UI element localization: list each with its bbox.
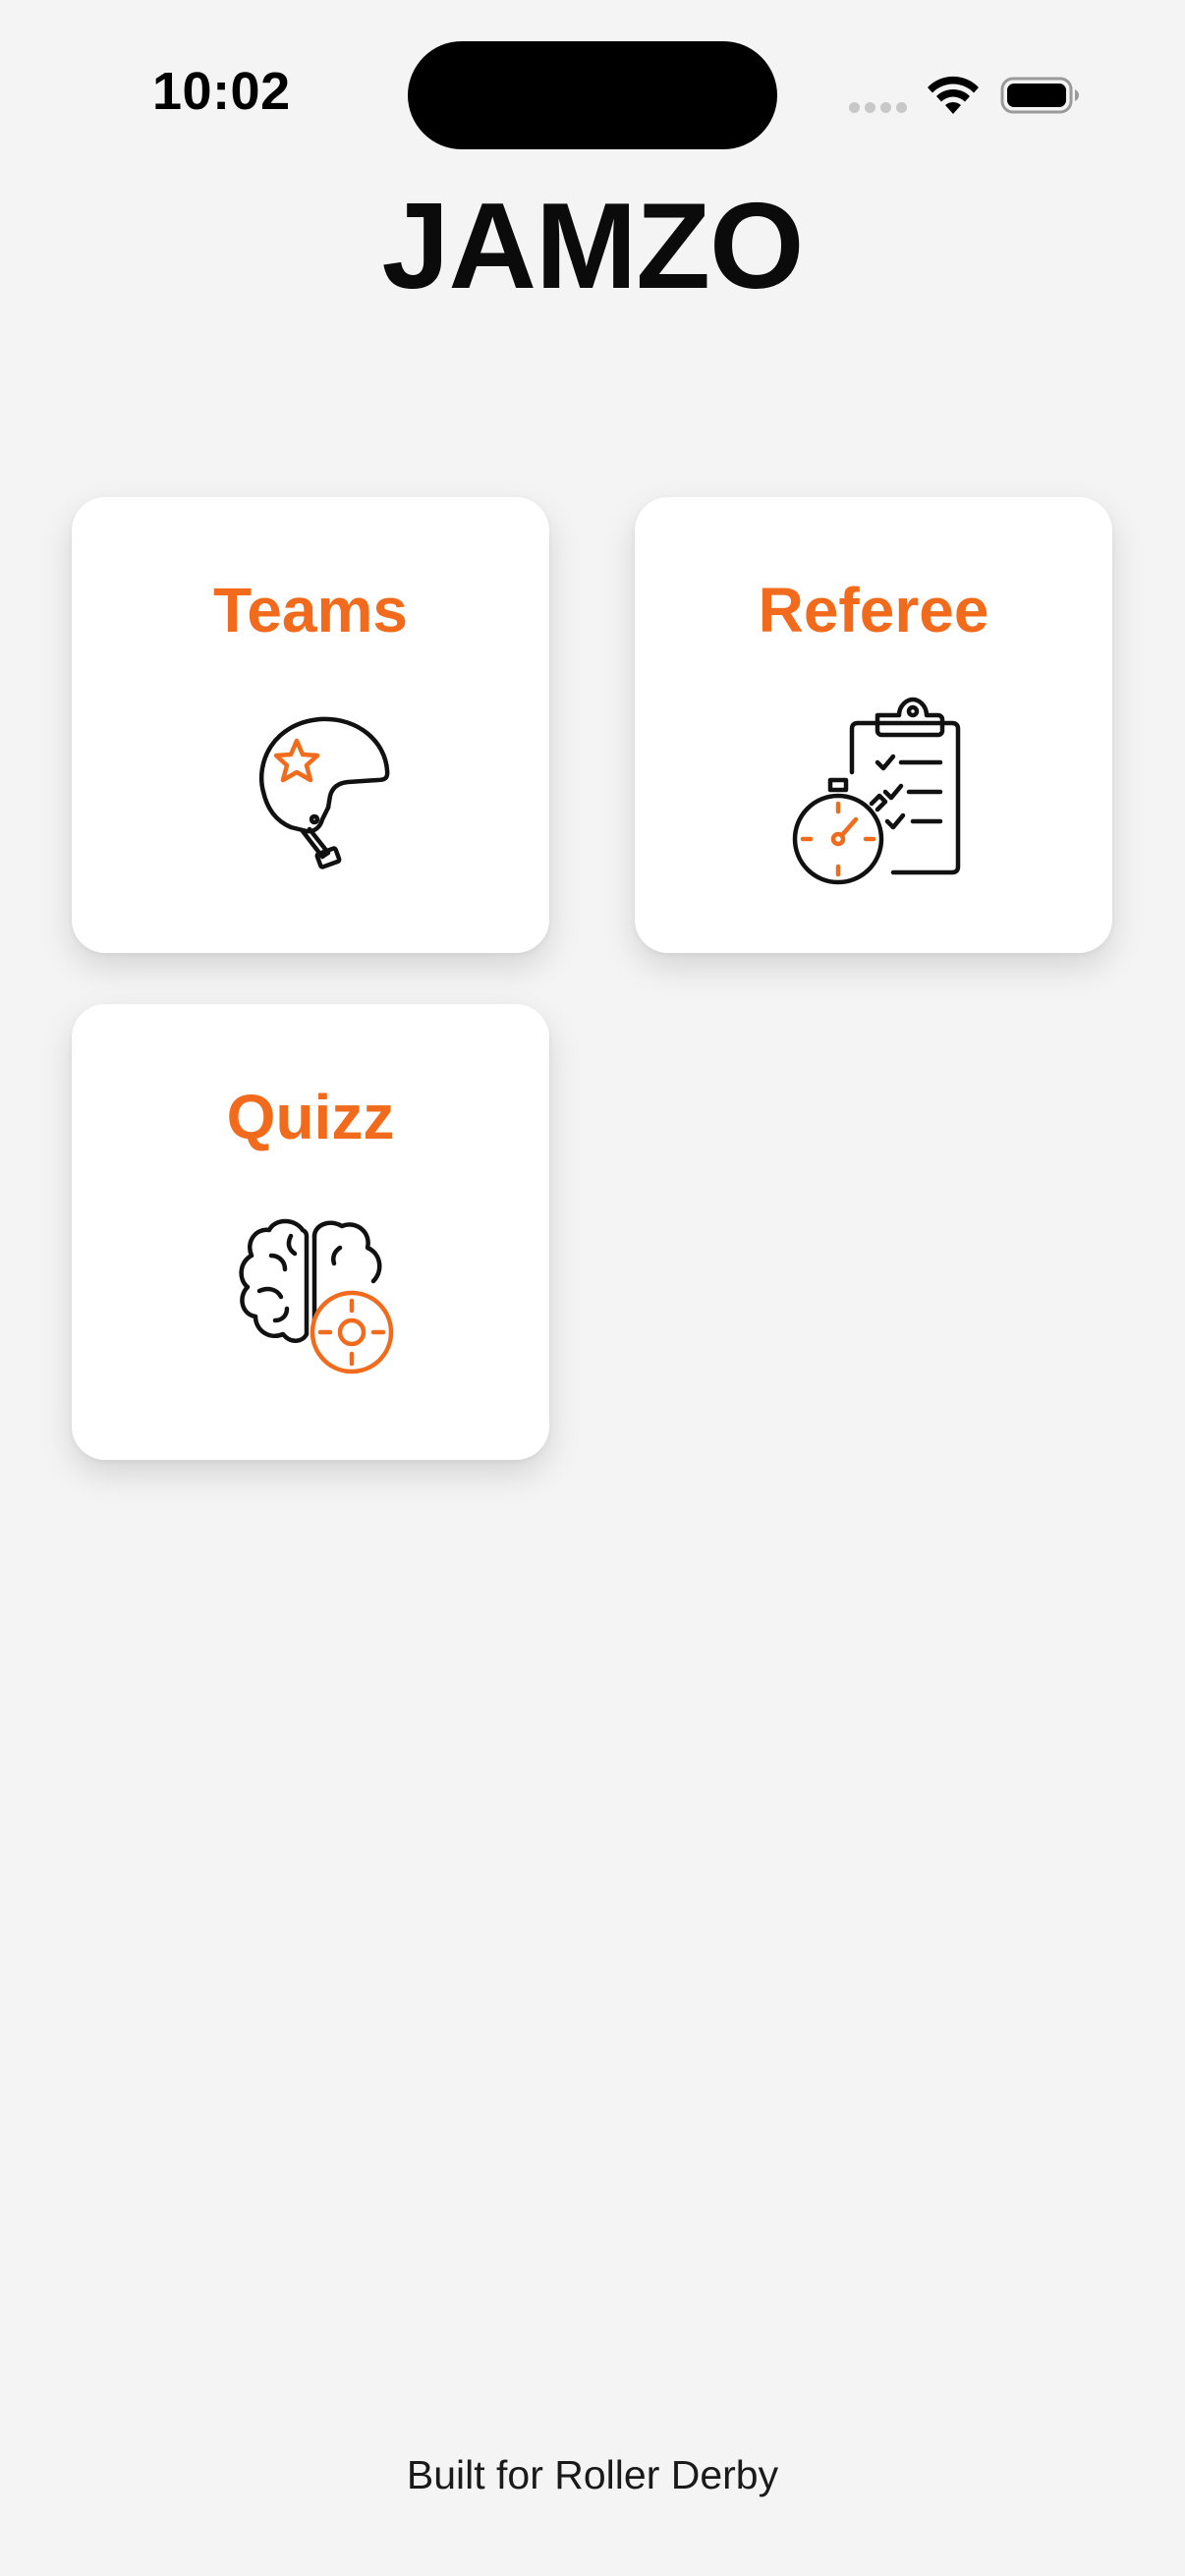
status-time: 10:02 <box>152 62 291 121</box>
helmet-star-icon <box>258 716 390 869</box>
clipboard-stopwatch-icon <box>792 697 961 885</box>
referee-card-label: Referee <box>758 575 989 645</box>
teams-card-label: Teams <box>212 575 409 645</box>
battery-icon <box>1000 77 1079 114</box>
wifi-icon <box>928 76 979 114</box>
brain-target-icon <box>239 1218 394 1374</box>
dynamic-island <box>408 41 777 149</box>
quizz-card[interactable]: Quizz <box>72 1004 549 1460</box>
cellular-signal-icon <box>849 102 907 113</box>
app-title: JAMZO <box>381 179 805 314</box>
footer-tagline: Built for Roller Derby <box>406 2452 779 2497</box>
referee-card[interactable]: Referee <box>635 497 1112 953</box>
quizz-card-label: Quizz <box>226 1082 395 1152</box>
home-screen: 10:02 JAMZO Teams Referee Quizz Built fo… <box>0 0 1185 2576</box>
teams-card[interactable]: Teams <box>72 497 549 953</box>
